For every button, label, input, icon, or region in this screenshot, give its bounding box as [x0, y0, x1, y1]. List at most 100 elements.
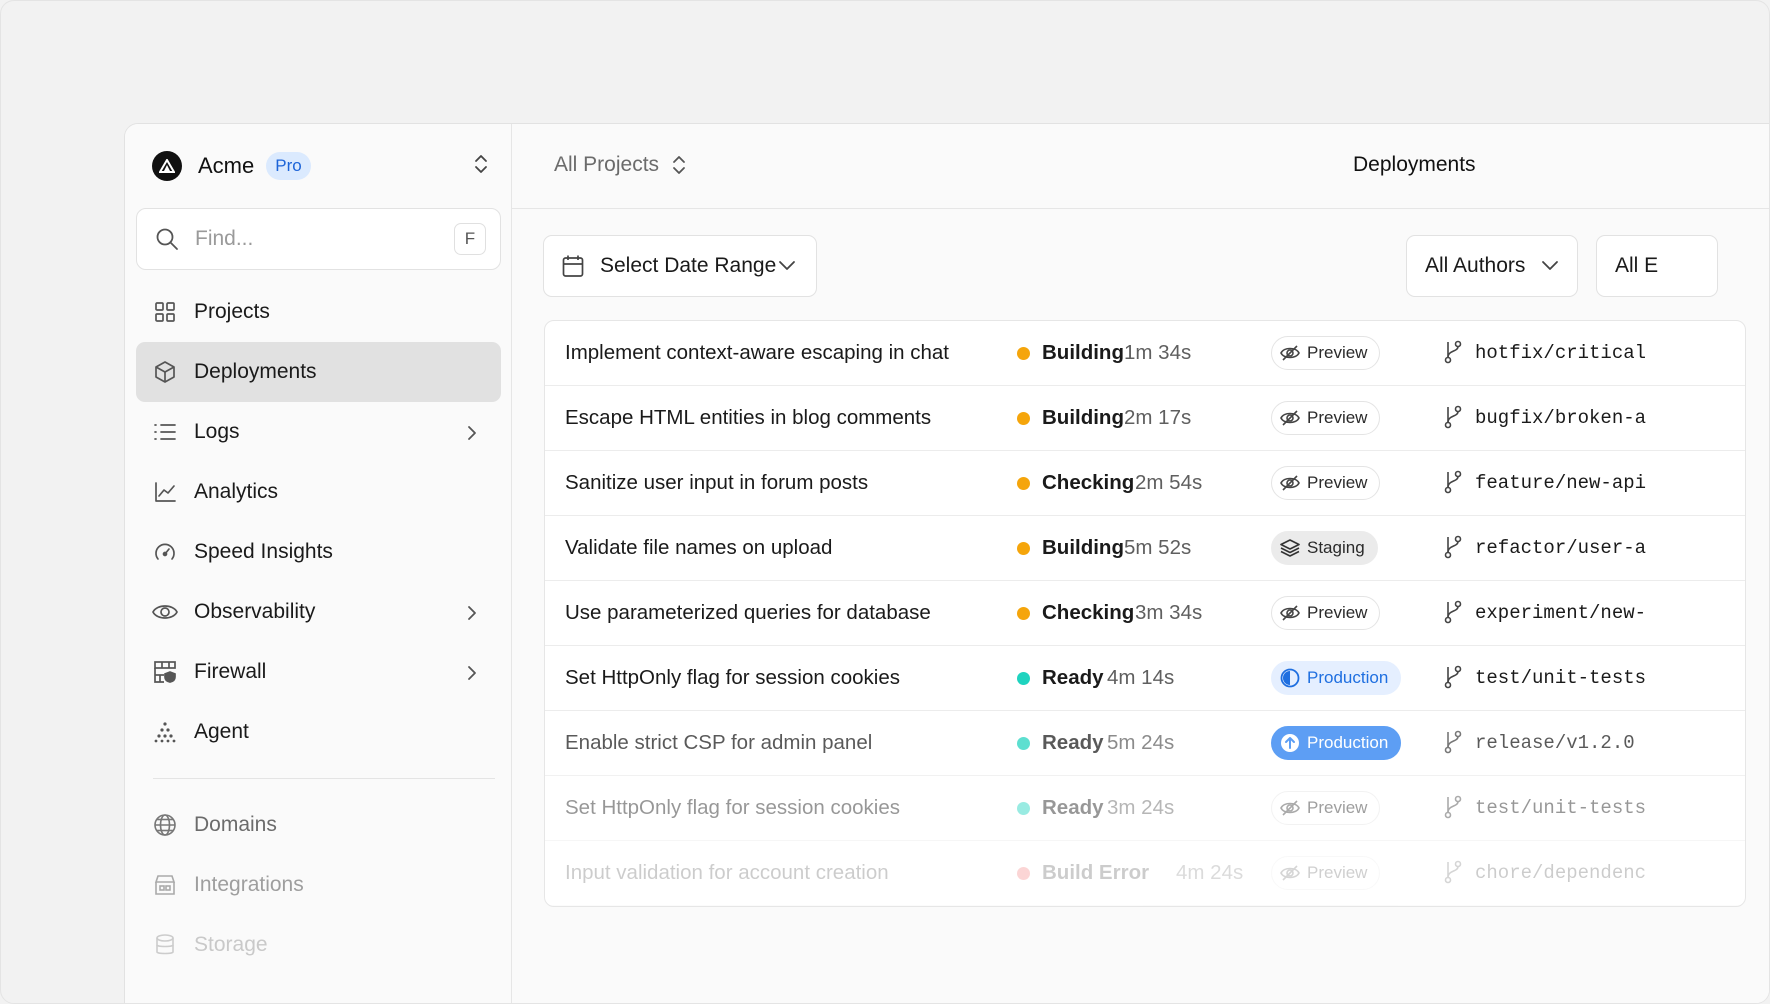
environment-label: Production	[1307, 733, 1389, 752]
sidebar-item-label: Domains	[194, 813, 277, 836]
branch-name[interactable]: test/unit-tests	[1475, 797, 1646, 819]
sidebar-item-domains[interactable]: Domains	[136, 795, 501, 855]
sidebar-item-label: Storage	[194, 933, 268, 956]
search-shortcut-key: F	[454, 223, 486, 255]
branch-name[interactable]: feature/new-api	[1475, 472, 1646, 494]
branch-name[interactable]: chore/dependenc	[1475, 862, 1646, 884]
status-dot	[1017, 412, 1030, 425]
build-duration: 5m 24s	[1107, 731, 1175, 754]
branch-name[interactable]: release/v1.2.0	[1475, 732, 1635, 754]
sidebar-item-projects[interactable]: Projects	[136, 282, 501, 342]
preview-eye-icon	[1280, 410, 1300, 426]
branch-name[interactable]: test/unit-tests	[1475, 667, 1646, 689]
environments-filter-button[interactable]: All E	[1596, 235, 1718, 297]
status-label: Ready	[1042, 796, 1104, 819]
chevron-right-icon	[467, 663, 477, 687]
date-range-button[interactable]: Select Date Range	[543, 235, 817, 297]
status-dot	[1017, 672, 1030, 685]
sidebar-item-label: Agent	[194, 720, 249, 743]
sidebar-item-observability[interactable]: Observability	[136, 582, 501, 642]
app-window: Acme Pro F Projects	[124, 123, 1769, 1003]
grid-icon	[152, 299, 178, 325]
git-branch-icon	[1444, 535, 1462, 559]
build-duration: 2m 54s	[1135, 471, 1203, 494]
authors-filter-button[interactable]: All Authors	[1406, 235, 1578, 297]
table-row[interactable]: Implement context-aware escaping in chat…	[545, 321, 1745, 386]
commit-message: Enable strict CSP for admin panel	[565, 731, 873, 754]
status-label: Ready	[1042, 731, 1104, 754]
environment-badge: Preview	[1271, 856, 1381, 890]
environment-label: Preview	[1307, 473, 1368, 492]
team-name: Acme	[198, 153, 255, 178]
preview-eye-icon	[1280, 865, 1300, 881]
preview-eye-icon	[1280, 800, 1300, 816]
preview-eye-icon	[1280, 605, 1300, 621]
search-box[interactable]: F	[136, 208, 501, 270]
status-label: Building	[1042, 341, 1124, 364]
table-row[interactable]: Set HttpOnly flag for session cookies Rea…	[545, 776, 1745, 841]
environment-label: Preview	[1307, 603, 1368, 622]
table-row[interactable]: Input validation for account creation Bui…	[545, 841, 1745, 906]
table-row[interactable]: Enable strict CSP for admin panel Ready 5m…	[545, 711, 1745, 776]
sidebar-item-logs[interactable]: Logs	[136, 402, 501, 462]
sidebar-item-label: Projects	[194, 300, 270, 323]
git-branch-icon	[1444, 340, 1462, 364]
production-icon	[1281, 734, 1299, 752]
build-duration: 4m 24s	[1176, 861, 1244, 884]
project-selector[interactable]: All Projects	[554, 153, 687, 177]
build-duration: 2m 17s	[1124, 406, 1192, 429]
sidebar-nav: Projects Deployments Logs Analytics Spee…	[125, 282, 511, 975]
sidebar: Acme Pro F Projects	[125, 124, 512, 1003]
sidebar-item-label: Integrations	[194, 873, 304, 896]
chevron-right-icon	[467, 603, 477, 627]
environment-badge: Preview	[1271, 336, 1381, 370]
environment-label: Preview	[1307, 343, 1368, 362]
sidebar-item-speed-insights[interactable]: Speed Insights	[136, 522, 501, 582]
status-label: Checking	[1042, 601, 1135, 624]
team-switcher[interactable]: Acme Pro	[125, 124, 511, 208]
sidebar-item-deployments[interactable]: Deployments	[136, 342, 501, 402]
chevron-down-icon	[1542, 261, 1558, 270]
sidebar-item-firewall[interactable]: Firewall	[136, 642, 501, 702]
commit-message: Implement context-aware escaping in chat	[565, 341, 950, 364]
environment-label: Preview	[1307, 863, 1368, 882]
git-branch-icon	[1444, 600, 1462, 624]
sidebar-item-analytics[interactable]: Analytics	[136, 462, 501, 522]
sidebar-item-integrations[interactable]: Integrations	[136, 855, 501, 915]
status-dot	[1017, 542, 1030, 555]
branch-name[interactable]: experiment/new-	[1475, 602, 1646, 624]
table-row[interactable]: Sanitize user input in forum posts Checki…	[545, 451, 1745, 516]
sidebar-item-agent[interactable]: Agent	[136, 702, 501, 762]
sidebar-item-storage[interactable]: Storage	[136, 915, 501, 975]
sidebar-divider	[153, 778, 495, 779]
status-dot	[1017, 477, 1030, 490]
chevron-up-down-icon[interactable]	[473, 152, 489, 181]
table-row[interactable]: Set HttpOnly flag for session cookies Rea…	[545, 646, 1745, 711]
environment-badge: Preview	[1271, 596, 1381, 630]
table-row[interactable]: Escape HTML entities in blog comments Bui…	[545, 386, 1745, 451]
table-row[interactable]: Validate file names on upload Building 5m …	[545, 516, 1745, 581]
search-input[interactable]	[193, 226, 437, 252]
branch-name[interactable]: refactor/user-a	[1475, 537, 1646, 559]
plan-badge: Pro	[266, 152, 311, 180]
chevron-up-down-icon	[673, 156, 685, 174]
commit-message: Input validation for account creation	[565, 861, 889, 884]
git-branch-icon	[1444, 470, 1462, 494]
sidebar-item-label: Observability	[194, 600, 316, 623]
sidebar-item-label: Speed Insights	[194, 540, 333, 563]
branch-name[interactable]: hotfix/critical	[1475, 342, 1646, 364]
search-icon	[156, 228, 178, 250]
branch-name[interactable]: bugfix/broken-a	[1475, 407, 1646, 429]
calendar-icon	[562, 255, 584, 277]
environment-badge: Preview	[1271, 791, 1381, 825]
status-label: Checking	[1042, 471, 1135, 494]
git-branch-icon	[1444, 795, 1462, 819]
project-selector-label: All Projects	[554, 153, 660, 176]
environment-badge: Production	[1271, 661, 1402, 695]
table-row[interactable]: Use parameterized queries for database Ch…	[545, 581, 1745, 646]
sidebar-item-label: Analytics	[194, 480, 279, 503]
environment-label: Staging	[1307, 538, 1365, 557]
page-title: Deployments	[1353, 153, 1476, 176]
list-icon	[152, 419, 178, 445]
build-duration: 3m 24s	[1107, 796, 1175, 819]
